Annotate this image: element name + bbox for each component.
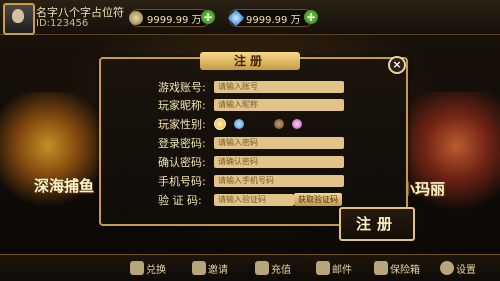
nickname-label: 玩家昵称: <box>158 99 206 112</box>
bottom-menu-bar <box>0 254 500 281</box>
password-input[interactable]: 请输入密码 <box>214 137 344 149</box>
settings-button[interactable]: 设置 <box>440 259 476 277</box>
phone-input[interactable]: 请输入手机号码 <box>214 175 344 187</box>
close-icon[interactable]: × <box>388 56 406 74</box>
verify-code-input[interactable]: 请输入验证码 <box>214 194 294 206</box>
diamond-icon <box>227 9 245 27</box>
invite-icon <box>192 261 206 275</box>
diamond-amount: 9999.99 万 <box>246 14 301 26</box>
recharge-label: 充值 <box>271 264 291 276</box>
coin-amount: 9999.99 万 <box>147 14 202 26</box>
recharge-icon <box>255 261 269 275</box>
get-verify-code-button[interactable]: 获取验证码 <box>294 193 342 206</box>
recharge-button[interactable]: 充值 <box>255 259 291 277</box>
verify-code-row: 验 证 码: 请输入验证码 <box>158 193 294 207</box>
phone-label: 手机号码: <box>158 175 206 188</box>
mail-button[interactable]: 邮件 <box>316 259 352 277</box>
mail-label: 邮件 <box>332 264 352 276</box>
dialog-title: 注册 <box>200 52 300 70</box>
confirm-password-row: 确认密码: 请确认密码 <box>158 155 344 169</box>
coin-icon <box>129 11 143 25</box>
gender-options <box>214 118 302 130</box>
add-coin-button[interactable]: + <box>201 10 215 24</box>
exchange-label: 兑换 <box>146 264 166 276</box>
verify-code-label: 验 证 码: <box>158 194 202 207</box>
exchange-icon <box>130 261 144 275</box>
nickname-row: 玩家昵称: 请输入昵称 <box>158 98 344 112</box>
phone-row: 手机号码: 请输入手机号码 <box>158 174 344 188</box>
account-row: 游戏账号: 请输入账号 <box>158 80 344 94</box>
male-radio-icon[interactable] <box>234 119 244 129</box>
gear-icon <box>440 261 454 275</box>
mail-icon <box>316 261 330 275</box>
nickname-input[interactable]: 请输入昵称 <box>214 99 344 111</box>
confirm-password-label: 确认密码: <box>158 156 206 169</box>
gender-row: 玩家性别: <box>158 117 302 131</box>
diamond-balance: 9999.99 万 + <box>227 9 318 27</box>
account-label: 游戏账号: <box>158 81 206 94</box>
coin-balance: 9999.99 万 + <box>129 9 215 27</box>
password-row: 登录密码: 请输入密码 <box>158 136 344 150</box>
deep-sea-fishing-label: 深海捕鱼 <box>34 177 95 195</box>
player-id: ID:123456 <box>36 18 89 29</box>
safe-button[interactable]: 保险箱 <box>374 259 420 277</box>
gender-selected-radio-icon[interactable] <box>214 118 226 130</box>
invite-button[interactable]: 邀请 <box>192 259 228 277</box>
add-diamond-button[interactable]: + <box>304 10 318 24</box>
safe-icon <box>374 261 388 275</box>
avatar[interactable] <box>3 3 35 35</box>
confirm-password-input[interactable]: 请确认密码 <box>214 156 344 168</box>
register-button[interactable]: 注册 <box>339 207 415 241</box>
exchange-button[interactable]: 兑换 <box>130 259 166 277</box>
gender-label: 玩家性别: <box>158 118 206 131</box>
unspecified-radio-icon[interactable] <box>274 119 284 129</box>
settings-label: 设置 <box>456 264 476 276</box>
female-radio-icon[interactable] <box>292 119 302 129</box>
invite-label: 邀请 <box>208 264 228 276</box>
safe-label: 保险箱 <box>390 264 420 276</box>
password-label: 登录密码: <box>158 137 206 150</box>
account-input[interactable]: 请输入账号 <box>214 81 344 93</box>
